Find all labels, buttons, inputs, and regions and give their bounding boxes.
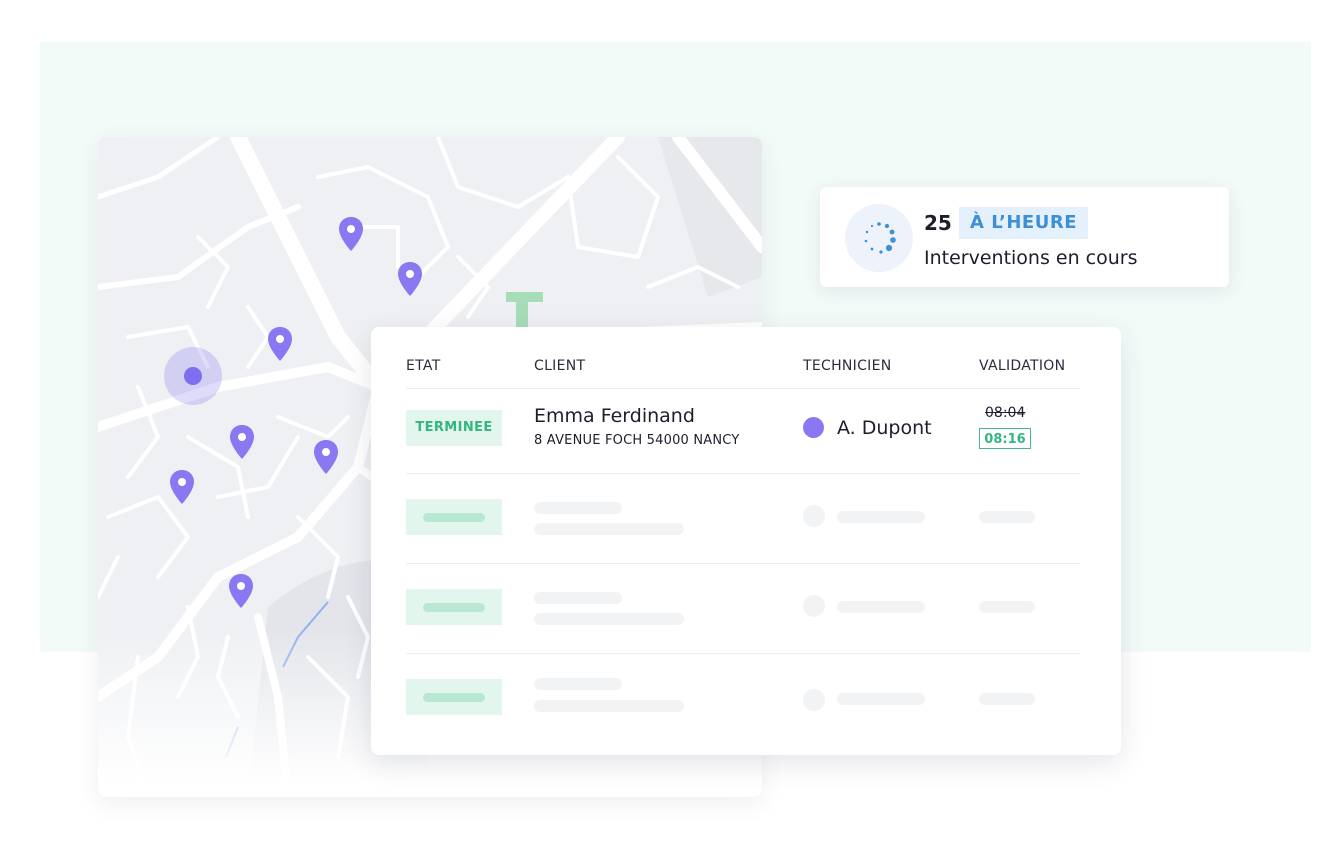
client-address-placeholder — [534, 700, 684, 712]
interventions-table: ETAT CLIENT TECHNICIEN VALIDATION TERMIN… — [371, 327, 1121, 755]
screen: 25 À L’HEURE Interventions en cours ETAT… — [0, 0, 1344, 865]
row-divider — [406, 473, 1080, 474]
current-location-icon — [164, 347, 222, 405]
column-header-validation[interactable]: VALIDATION — [979, 358, 1065, 374]
header-divider — [406, 388, 1080, 389]
interventions-status-card: 25 À L’HEURE Interventions en cours — [820, 187, 1229, 287]
map-pin-icon[interactable] — [230, 425, 254, 459]
validation-placeholder — [979, 601, 1035, 613]
map-pin-icon[interactable] — [398, 262, 422, 296]
client-address-placeholder — [534, 613, 684, 625]
row-divider — [406, 653, 1080, 654]
planned-time: 08:04 — [985, 405, 1026, 421]
technician-name-placeholder — [837, 601, 925, 613]
on-time-badge: À L’HEURE — [959, 207, 1088, 239]
technician-avatar-placeholder — [803, 689, 825, 711]
map-pin-icon[interactable] — [170, 470, 194, 504]
map-pin-icon[interactable] — [339, 217, 363, 251]
validation-placeholder — [979, 511, 1035, 523]
technician-name-placeholder — [837, 511, 925, 523]
state-badge: TERMINEE — [406, 410, 502, 446]
state-text-placeholder — [423, 693, 485, 702]
row-divider — [406, 563, 1080, 564]
state-text-placeholder — [423, 513, 485, 522]
client-address: 8 AVENUE FOCH 54000 NANCY — [534, 433, 740, 448]
technician-name: A. Dupont — [837, 417, 932, 439]
technician-avatar-placeholder — [803, 595, 825, 617]
actual-time-badge: 08:16 — [979, 428, 1031, 449]
map-pin-icon[interactable] — [314, 440, 338, 474]
column-header-client[interactable]: CLIENT — [534, 358, 585, 374]
spinner-container — [845, 204, 913, 272]
map-pin-icon[interactable] — [268, 327, 292, 361]
technician-avatar — [803, 417, 824, 438]
interventions-description: Interventions en cours — [924, 247, 1138, 269]
column-header-state[interactable]: ETAT — [406, 358, 441, 374]
technician-avatar-placeholder — [803, 505, 825, 527]
location-dot — [184, 367, 202, 385]
client-name: Emma Ferdinand — [534, 405, 695, 427]
interventions-count: 25 — [924, 211, 952, 235]
client-address-placeholder — [534, 523, 684, 535]
client-name-placeholder — [534, 502, 622, 514]
client-name-placeholder — [534, 678, 622, 690]
client-name-placeholder — [534, 592, 622, 604]
loading-spinner-icon — [864, 222, 896, 254]
validation-placeholder — [979, 693, 1035, 705]
state-text-placeholder — [423, 603, 485, 612]
technician-name-placeholder — [837, 693, 925, 705]
column-header-technician[interactable]: TECHNICIEN — [803, 358, 892, 374]
map-pin-icon[interactable] — [229, 574, 253, 608]
